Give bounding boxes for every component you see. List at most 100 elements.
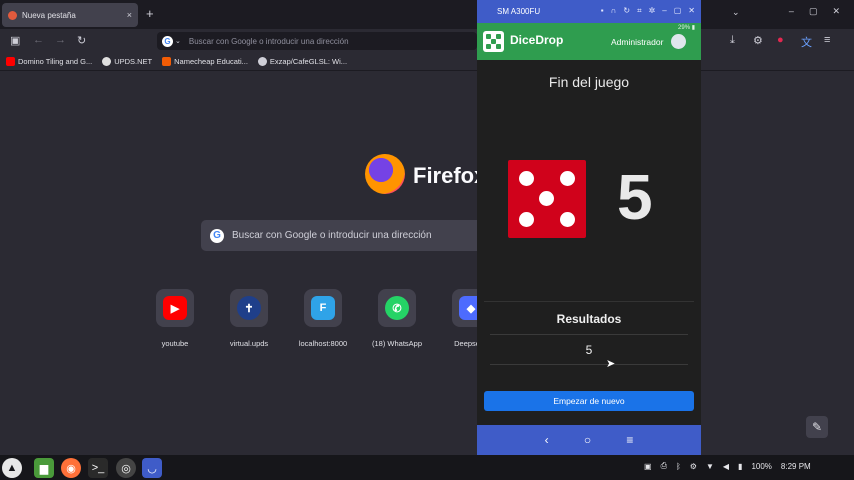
scrcpy-icon[interactable]: ◡ bbox=[142, 458, 162, 478]
top-sites: ▶ youtube ✝ virtual.upds F localhost:800… bbox=[138, 289, 508, 348]
close-window-button[interactable]: ✕ bbox=[832, 6, 840, 17]
menu-icon[interactable]: ≡ bbox=[824, 34, 830, 46]
sync-icon: ↻ bbox=[623, 6, 631, 15]
upds-bookmark-icon bbox=[102, 57, 112, 66]
firefox-taskbar-icon[interactable]: ◉ bbox=[61, 458, 81, 478]
new-tab-button[interactable]: + bbox=[146, 6, 154, 21]
shortcut-tile: ✝ bbox=[230, 289, 268, 327]
network-icon[interactable]: ⚙ bbox=[690, 462, 697, 471]
bookmark-item[interactable]: UPDS.NET bbox=[102, 57, 152, 66]
die-pip bbox=[539, 191, 554, 206]
back-arrow-icon[interactable]: ← bbox=[33, 34, 44, 46]
android-navigation-bar: ‹ ○ ≡ bbox=[477, 425, 701, 455]
game-over-title: Fin del juego bbox=[548, 74, 630, 90]
chromium-icon[interactable]: ◎ bbox=[116, 458, 136, 478]
mouse-cursor-icon: ➤ bbox=[606, 358, 616, 370]
results-value: 5 bbox=[585, 343, 593, 357]
list-tabs-chevron-icon[interactable]: ⌄ bbox=[732, 7, 740, 18]
status-bar-battery: 29% ▮ bbox=[678, 25, 695, 31]
phone-window-controls: ▪ ∩ ↻ ⌗ ✲ – ▢ ✕ bbox=[601, 6, 695, 16]
die-pip bbox=[560, 212, 575, 227]
search-engine-chevron-icon[interactable]: ⌄ bbox=[175, 37, 181, 45]
divider bbox=[490, 334, 688, 335]
shortcut-youtube[interactable]: ▶ youtube bbox=[138, 289, 212, 348]
bookmark-item[interactable]: Exzap/CafeGLSL: Wi... bbox=[257, 57, 347, 66]
phone-close-button[interactable]: ✕ bbox=[688, 6, 695, 16]
namecheap-bookmark-icon bbox=[162, 57, 172, 66]
google-icon: G bbox=[210, 228, 224, 243]
firefox-wordmark: Firefox bbox=[413, 163, 487, 188]
bookmark-item[interactable]: Domino Tiling and G... bbox=[6, 57, 92, 66]
headset-icon: ∩ bbox=[610, 6, 617, 15]
phone-window-title: SM A300FU bbox=[497, 7, 541, 16]
shortcut-virtual-upds[interactable]: ✝ virtual.upds bbox=[212, 289, 286, 348]
shortcut-localhost[interactable]: F localhost:8000 bbox=[286, 289, 360, 348]
clock[interactable]: 8:29 PM bbox=[781, 462, 811, 471]
app-content: Fin del juego 5 Resultados 5 ➤ Empezar d… bbox=[477, 60, 701, 425]
die-pip bbox=[519, 171, 534, 186]
start-menu-icon[interactable]: ▲ bbox=[2, 458, 22, 478]
file-manager-icon[interactable]: ▆ bbox=[34, 458, 54, 478]
tab-close-icon[interactable]: × bbox=[127, 10, 132, 20]
shortcut-label: youtube bbox=[161, 339, 189, 348]
minimize-button[interactable]: – bbox=[789, 6, 794, 17]
newtab-search-input[interactable]: G Buscar con Google o introducir una dir… bbox=[201, 220, 477, 251]
volume-icon[interactable]: ◀ bbox=[723, 462, 729, 471]
translate-icon[interactable]: 文 bbox=[801, 34, 812, 50]
terminal-icon[interactable]: >_ bbox=[88, 458, 108, 478]
forward-arrow-icon[interactable]: → bbox=[55, 34, 66, 46]
bookmark-item[interactable]: Namecheap Educati... bbox=[162, 57, 248, 66]
downloads-icon[interactable]: ⤓ bbox=[730, 34, 735, 47]
phone-minimize-button[interactable]: – bbox=[662, 6, 666, 16]
shortcut-label: virtual.upds bbox=[229, 339, 269, 348]
battery-icon[interactable]: ▮ bbox=[738, 462, 742, 471]
printer-icon[interactable]: ⎙ bbox=[661, 461, 667, 471]
maximize-button[interactable]: ▢ bbox=[809, 6, 818, 17]
firefox-tab-strip: Nueva pestaña × + ⌄ – ▢ ✕ bbox=[0, 0, 854, 29]
die-five-icon bbox=[508, 160, 586, 238]
recents-nav-icon[interactable]: ≡ bbox=[626, 433, 633, 447]
url-bar-placeholder: Buscar con Google o introducir una direc… bbox=[188, 36, 349, 46]
divider bbox=[490, 364, 688, 365]
whatsapp-icon: ✆ bbox=[385, 296, 409, 320]
ublock-icon[interactable]: ● bbox=[777, 34, 784, 46]
youtube-icon: ▶ bbox=[163, 296, 187, 320]
shortcut-label: (18) WhatsApp bbox=[371, 339, 423, 348]
github-bookmark-icon bbox=[257, 57, 267, 66]
battery-percent: 100% bbox=[751, 461, 772, 471]
customize-pencil-icon[interactable]: ✎ bbox=[806, 416, 828, 438]
shortcut-label: localhost:8000 bbox=[298, 339, 348, 348]
settings-gear-icon: ✲ bbox=[648, 6, 656, 15]
extensions-icon[interactable]: ⚙ bbox=[753, 34, 763, 47]
focus-icon: ⌗ bbox=[637, 6, 642, 15]
window-controls: – ▢ ✕ bbox=[789, 6, 840, 17]
back-nav-icon[interactable]: ‹ bbox=[545, 433, 549, 447]
wifi-icon[interactable]: ▼ bbox=[706, 462, 714, 471]
bluetooth-icon[interactable]: ᛒ bbox=[676, 462, 681, 471]
tab-label: Nueva pestaña bbox=[22, 10, 76, 20]
user-avatar-icon[interactable] bbox=[671, 34, 686, 49]
url-bar[interactable]: G ⌄ Buscar con Google o introducir una d… bbox=[157, 32, 477, 50]
flutter-icon: F bbox=[311, 296, 335, 320]
die-pip bbox=[560, 171, 575, 186]
results-title: Resultados bbox=[556, 312, 622, 326]
roll-result-number: 5 bbox=[617, 161, 653, 233]
sidebar-toggle-icon[interactable]: ▣ bbox=[10, 34, 20, 47]
clipboard-icon[interactable]: ▣ bbox=[644, 462, 652, 471]
shortcut-tile: ▶ bbox=[156, 289, 194, 327]
dice-logo-icon bbox=[483, 31, 504, 52]
results-card: Resultados 5 ➤ bbox=[484, 301, 694, 370]
user-name: Administrador bbox=[611, 37, 664, 47]
reload-icon[interactable]: ↻ bbox=[77, 34, 86, 47]
shortcut-whatsapp[interactable]: ✆ (18) WhatsApp bbox=[360, 289, 434, 348]
firefox-favicon-icon bbox=[8, 10, 17, 20]
home-nav-icon[interactable]: ○ bbox=[584, 433, 591, 447]
phone-maximize-button[interactable]: ▢ bbox=[674, 6, 682, 16]
app-title: DiceDrop bbox=[510, 33, 564, 47]
bookmarks-toolbar: Domino Tiling and G... UPDS.NET Namechea… bbox=[0, 53, 854, 71]
tab-new-tab[interactable]: Nueva pestaña × bbox=[2, 3, 138, 27]
youtube-bookmark-icon bbox=[6, 57, 15, 66]
shortcut-tile: ✆ bbox=[378, 289, 416, 327]
restart-button[interactable]: Empezar de nuevo bbox=[484, 391, 694, 411]
shortcut-tile: F bbox=[304, 289, 342, 327]
